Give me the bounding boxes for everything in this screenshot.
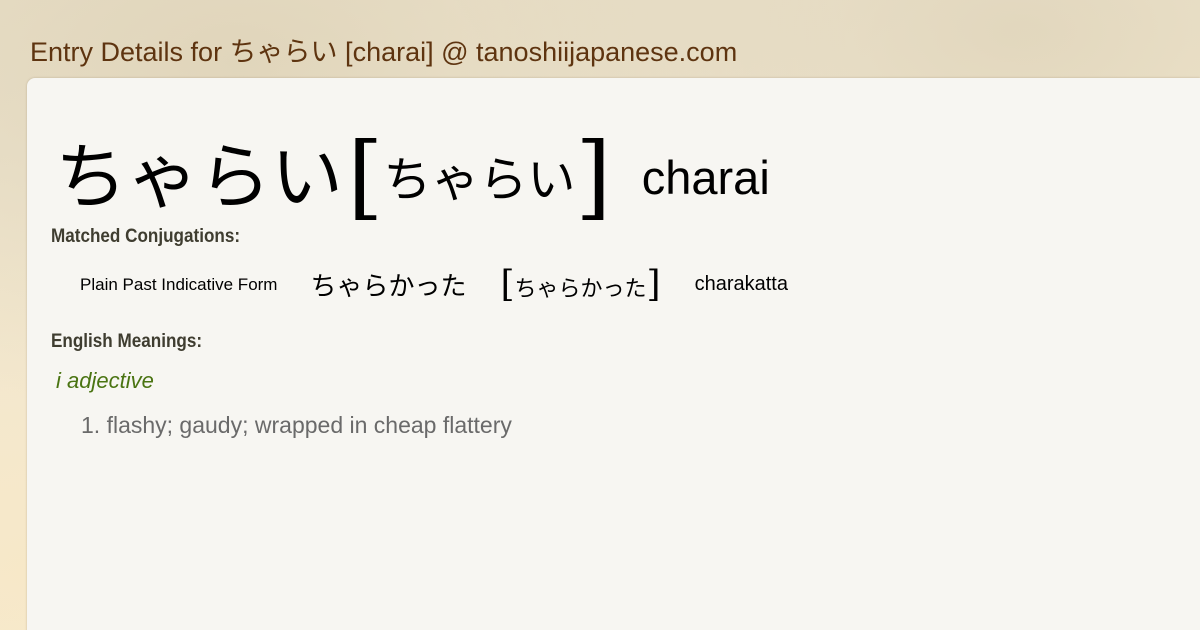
conjugation-kana: ちゃらかった — [310, 272, 467, 302]
entry-panel: ちゃらい [ちゃらい] charai Matched Conjugations:… — [27, 78, 1200, 630]
conjugations-heading: Matched Conjugations: — [51, 226, 241, 247]
conjugation-bracket-open: [ — [500, 264, 515, 305]
page-title: Entry Details for ちゃらい [charai] @ tanosh… — [30, 37, 738, 67]
conjugation-reading: ちゃらかった — [514, 277, 647, 302]
definition-item: 1. flashy; gaudy; wrapped in cheap flatt… — [81, 412, 512, 438]
conjugation-bracket-close: ] — [646, 264, 661, 305]
conjugation-reading-group: [ちゃらかった] — [500, 264, 660, 305]
meanings-heading: English Meanings: — [51, 331, 203, 352]
conjugation-form-type: Plain Past Indicative Form — [80, 274, 278, 294]
definition-list: 1. flashy; gaudy; wrapped in cheap flatt… — [81, 412, 512, 439]
headword-romaji: charai — [641, 151, 770, 204]
headword-kana: ちゃらい — [55, 135, 344, 219]
part-of-speech: i adjective — [56, 368, 154, 393]
headword-bracket-close: ] — [575, 123, 612, 230]
conjugation-row: Plain Past Indicative Form ちゃらかった [ちゃらかっ… — [80, 264, 788, 305]
headword: ちゃらい [ちゃらい] charai — [55, 118, 770, 230]
headword-bracket-open: [ — [347, 123, 384, 230]
conjugation-romaji: charakatta — [694, 273, 788, 295]
headword-reading: ちゃらい — [383, 152, 576, 208]
